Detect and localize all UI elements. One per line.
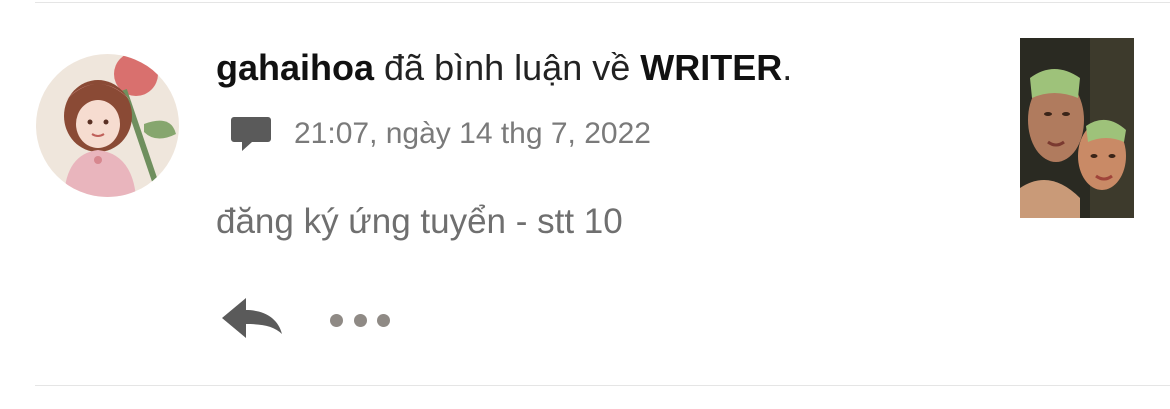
more-dot <box>377 313 390 327</box>
headline-period: . <box>782 47 793 88</box>
bottom-divider <box>35 385 1170 386</box>
story-cover-thumbnail[interactable] <box>1020 38 1134 218</box>
speech-bubble-icon <box>231 117 271 151</box>
action-text: đã bình luận về <box>374 47 641 88</box>
notification-meta: 21:07, ngày 14 thg 7, 2022 <box>230 112 651 156</box>
top-divider <box>35 2 1170 3</box>
username-link[interactable]: gahaihoa <box>216 47 374 88</box>
comment-actions <box>220 294 390 346</box>
timestamp: 21:07, ngày 14 thg 7, 2022 <box>294 117 651 150</box>
story-title-link[interactable]: WRITER <box>640 47 782 88</box>
more-dot <box>353 313 367 327</box>
more-dot <box>330 313 343 327</box>
more-options-button[interactable] <box>330 308 390 332</box>
notification-headline: gahaihoa đã bình luận về WRITER. <box>216 44 792 92</box>
reply-arrow-icon[interactable] <box>220 294 284 346</box>
comment-text: đăng ký ứng tuyển - stt 10 <box>216 202 623 241</box>
user-avatar[interactable] <box>36 54 179 197</box>
